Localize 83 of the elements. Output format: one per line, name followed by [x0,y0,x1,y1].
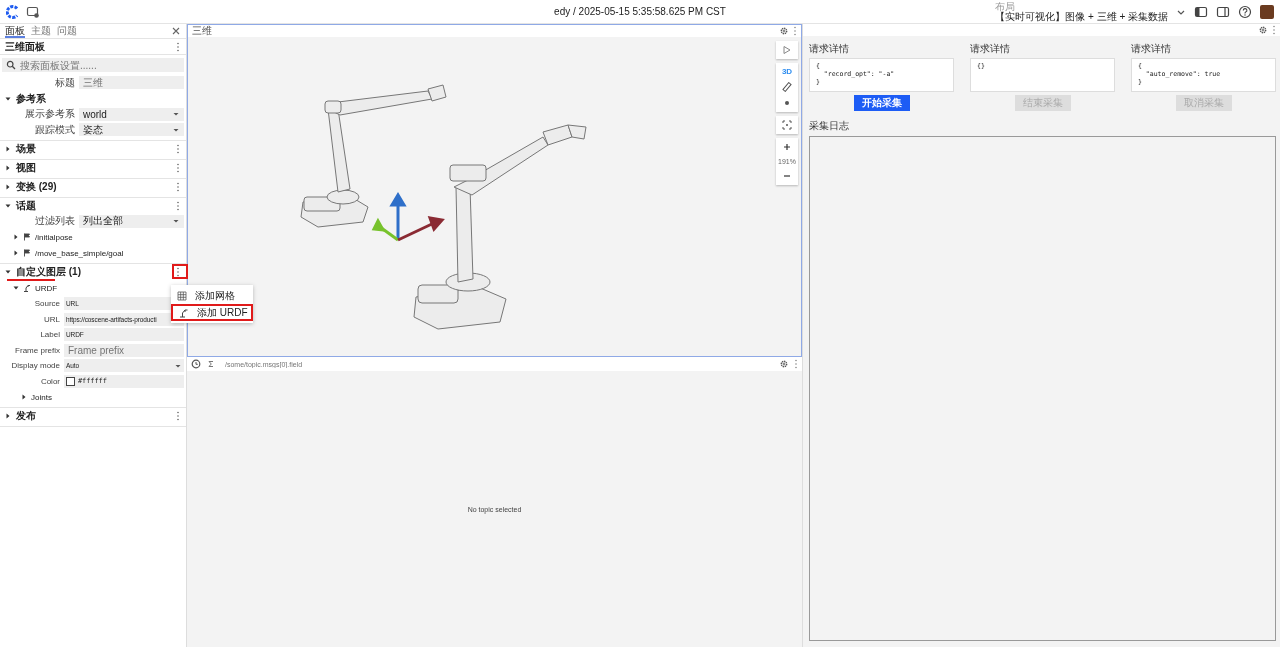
text-field[interactable]: Frame prefix [64,343,184,357]
caret-down-icon[interactable] [5,269,11,275]
field-label: 请求详情 [809,42,849,56]
select-field[interactable]: 列出全部 [79,214,184,228]
topic-row[interactable]: /move_base_simple/goal [0,245,186,261]
field-label: 展示参考系 [24,107,76,122]
3d-toggle[interactable]: 3D [781,67,793,76]
avatar[interactable] [1260,4,1274,19]
caret-right-icon[interactable] [5,145,11,152]
flag-icon [23,233,31,241]
select-field[interactable]: 姿态 [79,123,184,137]
log-label: 采集日志 [809,119,849,133]
field-label: 标题 [54,75,76,90]
right-sidebar-icon[interactable] [1216,4,1230,19]
panel-title: 三维 [192,24,212,38]
section-title[interactable]: 参考系 [16,91,46,106]
help-icon[interactable] [1238,4,1252,19]
zoom-in-icon[interactable] [782,142,792,152]
layout-selector[interactable]: 布局 【实时可视化】图像 + 三维 + 采集数据 [995,1,1168,22]
caret-right-icon[interactable] [5,183,11,190]
robot-arm-icon [179,307,189,318]
left-sidebar-icon[interactable] [1194,4,1208,19]
section-title[interactable]: 自定义图层 (1) [16,265,81,279]
panel-title: 三维面板 [5,39,45,54]
sidebar-tab[interactable]: 主题 [31,24,51,38]
layer-title[interactable]: URDF [35,283,58,293]
topic-row[interactable]: /initialpose [0,229,186,245]
field-label: Source [33,299,61,309]
more-icon[interactable] [176,411,180,421]
field-label: 请求详情 [1131,42,1171,56]
caret-right-icon[interactable] [13,250,19,256]
settings-icon[interactable] [780,360,788,368]
more-icon[interactable] [176,162,180,173]
caret-right-icon[interactable] [13,234,19,240]
logo-icon[interactable] [6,4,20,19]
more-icon[interactable] [176,200,180,211]
section-title[interactable]: 发布 [16,409,36,423]
section-title[interactable]: 话题 [16,198,36,213]
more-icon[interactable] [176,41,180,52]
field-label: 过滤列表 [34,214,76,229]
more-icon[interactable] [176,267,180,277]
menu-item[interactable]: 添加 URDF [171,304,253,321]
focus-icon[interactable] [782,120,792,130]
select-field[interactable]: world [79,107,184,121]
close-icon[interactable] [171,26,181,36]
caret-down-icon[interactable] [5,202,11,209]
clock-icon[interactable] [191,359,201,369]
field-label: Color [39,376,61,386]
point-icon[interactable] [782,98,792,108]
field-label: Frame prefix [14,345,61,355]
title-field[interactable]: 三维 [79,76,184,90]
flag-icon [23,249,31,257]
search-icon [6,60,16,70]
caret-right-icon[interactable] [5,413,11,419]
settings-icon[interactable] [1259,26,1267,34]
field-label: Label [39,330,61,340]
field-label: Display mode [10,361,61,371]
monitor-icon[interactable] [26,4,40,19]
settings-icon[interactable] [780,27,788,35]
tree-item[interactable]: Joints [31,392,52,402]
field-label: 跟踪模式 [34,122,76,137]
field-label: URL [43,314,61,324]
pointer-icon[interactable] [782,45,792,55]
sigma-icon[interactable] [207,360,215,368]
grid-icon [177,290,187,301]
action-button[interactable]: 开始采集 [853,95,910,111]
ruler-icon[interactable] [782,82,792,92]
section-title[interactable]: 变换 (29) [16,179,57,194]
search-field[interactable]: 搜索面板设置...... [2,58,184,72]
section-title[interactable]: 场景 [16,141,36,156]
field-label: 请求详情 [970,42,1010,56]
sidebar-tab[interactable]: 问题 [57,24,77,38]
caret-right-icon[interactable] [21,394,27,400]
color-swatch[interactable] [66,376,75,386]
section-title[interactable]: 视图 [16,160,36,175]
caret-down-icon[interactable] [13,285,19,291]
caret-down-icon[interactable] [5,95,11,102]
window-title: edy / 2025-05-15 5:35:58.625 PM CST [554,6,726,17]
more-icon[interactable] [176,143,180,154]
sidebar-tab[interactable]: 面板 [5,24,25,38]
robot-arm-icon [23,284,31,292]
more-icon[interactable] [176,181,180,192]
caret-right-icon[interactable] [5,164,11,171]
